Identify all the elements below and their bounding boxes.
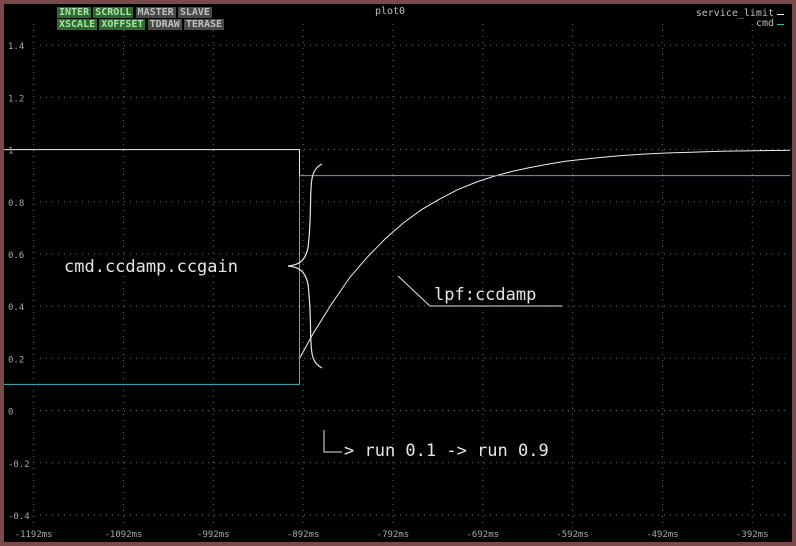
annotation-run-label: > run 0.1 -> run 0.9 (344, 441, 549, 461)
x-tick-label: -1192ms (15, 530, 53, 540)
x-tick-label: -992ms (197, 530, 230, 540)
brace-annotation (287, 163, 323, 369)
annotation-gain-label: cmd.ccdamp.ccgain (64, 257, 238, 277)
tick-labels: -0.4 -0.2 0 0.2 0.4 0.6 0.8 1 1.2 1.4 -1192ms -1092… (8, 42, 769, 540)
y-tick-label: 1.2 (8, 94, 24, 104)
annotation-run-leader (323, 430, 342, 453)
chart-area[interactable]: cmd.ccdamp.ccgain lpf:ccdamp > run 0.1 -> … (0, 0, 796, 546)
y-tick-label: -0.4 (8, 512, 30, 522)
y-tick-label: 0.2 (8, 355, 24, 365)
x-tick-label: -692ms (467, 530, 500, 540)
x-tick-label: -592ms (556, 530, 589, 540)
x-tick-label: -1092ms (105, 530, 143, 540)
x-tick-label: -792ms (377, 530, 410, 540)
y-tick-label: 0 (8, 408, 13, 418)
y-tick-label: 1.4 (8, 42, 24, 52)
x-tick-label: -492ms (646, 530, 679, 540)
series-line-cmd (4, 175, 790, 385)
y-tick-label: -0.2 (8, 460, 30, 470)
y-tick-label: 1 (8, 147, 13, 157)
x-tick-label: -392ms (736, 530, 769, 540)
annotations: cmd.ccdamp.ccgain lpf:ccdamp > run 0.1 -> … (64, 163, 562, 461)
y-tick-label: 0.8 (8, 199, 24, 209)
y-tick-label: 0.4 (8, 303, 24, 313)
annotation-lpf-label: lpf:ccdamp (434, 285, 536, 305)
x-tick-label: -892ms (287, 530, 320, 540)
series-line-service-limit (4, 149, 791, 359)
y-tick-label: 0.6 (8, 251, 24, 261)
